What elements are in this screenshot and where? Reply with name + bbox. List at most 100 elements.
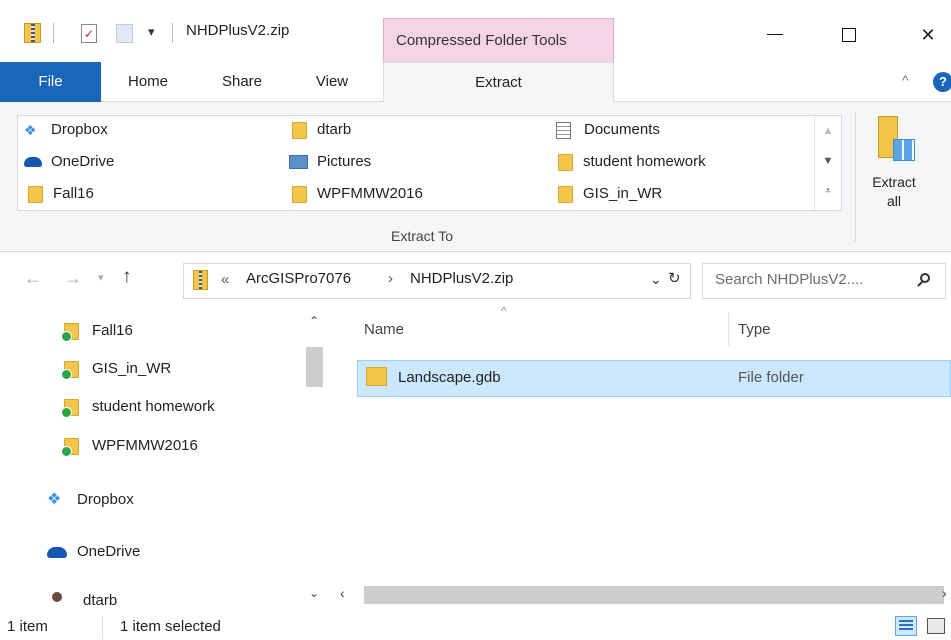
- status-item-count: 1 item: [7, 618, 48, 635]
- onedrive-icon: [24, 157, 42, 168]
- sidebar-scrollbar[interactable]: ⌃ ⌄: [303, 310, 326, 610]
- destination-gis-in-wr[interactable]: GIS_in_WR: [558, 181, 662, 207]
- documents-icon: [556, 121, 571, 139]
- destination-dropbox[interactable]: ❖ Dropbox: [24, 117, 108, 143]
- destination-fall16[interactable]: Fall16: [28, 181, 94, 207]
- destination-label: GIS_in_WR: [583, 185, 663, 202]
- sidebar-item-label: Fall16: [92, 322, 133, 339]
- destination-label: Pictures: [317, 153, 372, 170]
- sidebar-item-label: Dropbox: [77, 491, 134, 508]
- gallery-more-icon[interactable]: ⩡: [815, 176, 841, 206]
- back-button[interactable]: ←: [24, 268, 42, 289]
- breadcrumb-overflow[interactable]: «: [221, 271, 229, 288]
- scroll-down-icon[interactable]: ▼: [815, 146, 841, 176]
- tab-home[interactable]: Home: [116, 62, 180, 102]
- synced-folder-icon: [61, 437, 79, 457]
- divider: [53, 23, 54, 43]
- sidebar-item-label: student homework: [92, 398, 215, 415]
- scrollbar-thumb[interactable]: [306, 347, 323, 387]
- synced-folder-icon: [61, 322, 79, 342]
- help-icon[interactable]: ?: [933, 72, 951, 92]
- destination-label: student homework: [583, 153, 706, 170]
- scroll-up-icon[interactable]: ▲: [815, 116, 841, 146]
- tab-file[interactable]: File: [0, 62, 101, 102]
- zip-folder-icon: [193, 270, 208, 290]
- divider: [102, 616, 103, 638]
- status-selection: 1 item selected: [120, 618, 221, 635]
- folder-icon: [366, 367, 387, 386]
- folder-icon: [292, 121, 307, 139]
- sidebar-item-dtarb[interactable]: dtarb: [47, 584, 297, 608]
- scroll-down-icon[interactable]: ⌄: [309, 586, 319, 600]
- tab-share[interactable]: Share: [210, 62, 274, 102]
- column-divider[interactable]: [728, 312, 729, 346]
- destination-label: Dropbox: [51, 121, 108, 138]
- group-label-extract-to: Extract To: [391, 228, 453, 244]
- divider: [855, 112, 856, 242]
- sidebar-item-onedrive[interactable]: OneDrive: [47, 533, 140, 571]
- destination-pictures[interactable]: Pictures: [289, 149, 371, 175]
- extract-all-icon: [878, 116, 915, 161]
- dropbox-icon: ❖: [47, 491, 62, 509]
- address-dropdown-icon[interactable]: ⌄: [650, 271, 662, 288]
- scroll-up-icon[interactable]: ⌃: [309, 314, 319, 328]
- up-button[interactable]: ↑: [122, 266, 132, 288]
- horizontal-scrollbar[interactable]: ‹ ›: [330, 584, 951, 606]
- pictures-folder-icon: [289, 155, 308, 170]
- destination-onedrive[interactable]: OneDrive: [24, 149, 114, 175]
- sidebar-item-label: GIS_in_WR: [92, 360, 172, 377]
- folder-icon: [558, 153, 573, 171]
- quick-access-dropdown-icon[interactable]: ▾: [148, 24, 155, 40]
- sidebar-item-dropbox[interactable]: ❖ Dropbox: [47, 481, 134, 519]
- scroll-right-icon[interactable]: ›: [942, 585, 947, 601]
- new-folder-icon[interactable]: [116, 24, 133, 43]
- destination-dtarb[interactable]: dtarb: [292, 117, 351, 143]
- extract-all-button[interactable]: Extract all: [859, 112, 929, 212]
- synced-folder-icon: [61, 398, 79, 418]
- folder-icon: [28, 185, 43, 203]
- search-icon[interactable]: [917, 273, 930, 287]
- refresh-icon[interactable]: ↻: [668, 269, 681, 287]
- destination-wpfmmw2016[interactable]: WPFMMW2016: [292, 181, 423, 207]
- context-tab-label: Compressed Folder Tools: [396, 32, 567, 49]
- breadcrumb-separator-icon: ›: [388, 270, 393, 287]
- destination-label: WPFMMW2016: [317, 185, 423, 202]
- extract-all-label-2: all: [886, 193, 901, 209]
- gallery-scrollbar[interactable]: ▲ ▼ ⩡: [814, 116, 841, 210]
- folder-icon: [558, 185, 573, 203]
- destination-student-homework[interactable]: student homework: [558, 149, 706, 175]
- breadcrumb-item-arcgispro7076[interactable]: ArcGISPro7076: [246, 270, 351, 287]
- destination-documents[interactable]: Documents: [556, 117, 660, 143]
- user-icon: [52, 592, 62, 602]
- properties-icon[interactable]: ✓: [81, 24, 97, 43]
- details-view-icon[interactable]: [895, 616, 917, 636]
- large-icons-view-icon[interactable]: [927, 618, 945, 634]
- minimize-button[interactable]: [752, 18, 798, 52]
- dropbox-icon: ❖: [24, 122, 37, 139]
- destination-label: Documents: [584, 121, 660, 138]
- sidebar-item-student-homework[interactable]: student homework: [61, 388, 215, 426]
- sidebar-item-label: WPFMMW2016: [92, 437, 198, 454]
- maximize-button[interactable]: [826, 18, 872, 52]
- collapse-ribbon-icon[interactable]: ^: [902, 72, 909, 88]
- sort-indicator-icon: ^: [501, 304, 507, 318]
- column-header-name[interactable]: Name: [364, 321, 404, 338]
- sidebar-item-wpfmmw2016[interactable]: WPFMMW2016: [61, 427, 198, 465]
- close-button[interactable]: ✕: [905, 18, 951, 52]
- sidebar-item-gis-in-wr[interactable]: GIS_in_WR: [61, 350, 172, 388]
- scrollbar-thumb[interactable]: [364, 586, 944, 604]
- sidebar-item-label: dtarb: [83, 592, 118, 608]
- column-header-type[interactable]: Type: [738, 321, 771, 338]
- breadcrumb-item-nhdplusv2[interactable]: NHDPlusV2.zip: [410, 270, 513, 287]
- recent-locations-icon[interactable]: ▾: [98, 271, 104, 284]
- extract-all-label-1: Extract: [872, 174, 916, 190]
- tab-view[interactable]: View: [302, 62, 362, 102]
- divider: [172, 23, 173, 43]
- search-input[interactable]: Search NHDPlusV2....: [715, 271, 863, 288]
- sidebar-item-fall16[interactable]: Fall16: [61, 312, 133, 350]
- tab-extract[interactable]: Extract: [383, 62, 614, 102]
- forward-button[interactable]: →: [64, 268, 82, 289]
- synced-folder-icon: [61, 360, 79, 380]
- scroll-left-icon[interactable]: ‹: [340, 585, 345, 601]
- sidebar-item-label: OneDrive: [77, 543, 141, 560]
